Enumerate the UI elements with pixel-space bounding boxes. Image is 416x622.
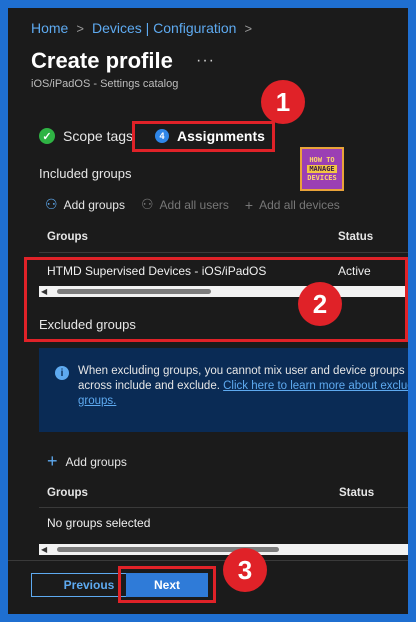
column-header-status[interactable]: Status [338, 231, 373, 243]
learn-more-link-continued[interactable]: groups. [78, 395, 116, 407]
highlight-groups-table [24, 257, 408, 342]
breadcrumb-home[interactable]: Home [31, 20, 68, 36]
brand-logo: HOW TO MANAGE DEVICES [300, 147, 344, 191]
highlight-assignments-tab [132, 121, 275, 152]
excluded-actions: + Add groups [47, 451, 127, 472]
divider [39, 252, 408, 253]
plus-icon: + [244, 196, 254, 213]
add-users-icon: ⚇ [140, 196, 154, 212]
horizontal-scrollbar[interactable]: ◀ [39, 544, 408, 555]
tab-label: Scope tags [63, 128, 134, 144]
breadcrumb: Home > Devices | Configuration > [31, 20, 252, 36]
column-header-status[interactable]: Status [339, 487, 374, 499]
add-groups-button[interactable]: ⚇ Add groups [45, 196, 125, 213]
included-groups-heading: Included groups [39, 166, 132, 181]
more-options-icon[interactable]: ··· [196, 52, 215, 70]
divider [39, 507, 408, 508]
breadcrumb-devices-configuration[interactable]: Devices | Configuration [92, 20, 236, 36]
callout-badge-2: 2 [298, 282, 342, 326]
info-icon: i [55, 366, 69, 380]
column-header-groups[interactable]: Groups [47, 487, 88, 499]
portal-window: Home > Devices | Configuration > Create … [8, 8, 408, 614]
add-group-icon: ⚇ [45, 196, 58, 212]
scroll-left-icon[interactable]: ◀ [41, 545, 47, 554]
column-header-groups[interactable]: Groups [47, 231, 88, 243]
plus-icon: + [47, 451, 58, 471]
page-title: Create profile [31, 48, 173, 73]
add-all-devices-button[interactable]: + Add all devices [245, 197, 340, 213]
info-message-bar: i When excluding groups, you cannot mix … [39, 348, 408, 432]
page-subtitle: iOS/iPadOS - Settings catalog [31, 78, 179, 90]
highlight-next-button [118, 566, 216, 603]
add-excluded-groups-button[interactable]: + Add groups [47, 451, 127, 472]
info-message: When excluding groups, you cannot mix us… [78, 364, 408, 409]
add-all-users-button[interactable]: ⚇ Add all users [141, 196, 229, 213]
empty-state-text: No groups selected [47, 516, 151, 530]
tab-scope-tags[interactable]: ✓ Scope tags [39, 128, 133, 144]
footer-divider [8, 560, 408, 561]
callout-badge-3: 3 [223, 548, 267, 592]
chevron-right-icon: > [244, 20, 253, 36]
included-actions: ⚇ Add groups ⚇ Add all users + Add all d… [45, 196, 340, 213]
checkmark-icon: ✓ [39, 128, 55, 144]
chevron-right-icon: > [76, 20, 84, 36]
callout-badge-1: 1 [261, 80, 305, 124]
learn-more-link[interactable]: Click here to learn more about excludi [223, 380, 408, 392]
